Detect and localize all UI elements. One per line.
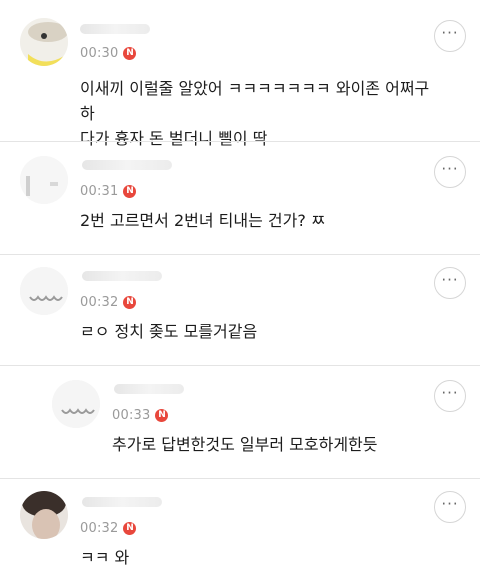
avatar-image xyxy=(20,491,68,539)
comment-meta: 00:30 N xyxy=(80,46,137,61)
more-options-button[interactable]: ··· xyxy=(434,491,466,523)
author-name-blurred xyxy=(80,24,150,34)
comment-meta: 00:31 N xyxy=(80,184,137,199)
comment-time: 00:33 xyxy=(112,408,151,423)
new-badge: N xyxy=(155,409,169,422)
author-name-blurred xyxy=(82,497,162,507)
comment-meta: 00:32 N xyxy=(80,521,137,536)
comment-time: 00:31 xyxy=(80,184,119,199)
more-options-button[interactable]: ··· xyxy=(434,20,466,52)
avatar-image xyxy=(20,267,68,315)
comment-item: 00:32 N ㅋㅋ 와 ··· xyxy=(0,479,480,577)
avatar-image xyxy=(20,156,68,204)
avatar[interactable] xyxy=(52,380,100,428)
comment-text: ㅋㅋ 와 xyxy=(80,548,130,567)
new-badge: N xyxy=(123,522,137,535)
more-horizontal-icon: ··· xyxy=(441,383,459,402)
more-horizontal-icon: ··· xyxy=(441,23,459,42)
comment-item: 00:31 N 2번 고르면서 2번녀 티내는 건가? ㅉ ··· xyxy=(0,142,480,254)
avatar[interactable] xyxy=(20,156,68,204)
new-badge: N xyxy=(123,296,137,309)
more-horizontal-icon: ··· xyxy=(441,494,459,513)
comment-item: 00:32 N ㄹㅇ 정치 좆도 모를거같음 ··· xyxy=(0,255,480,365)
author-name-blurred xyxy=(82,271,162,281)
avatar[interactable] xyxy=(20,267,68,315)
comment-text: ㄹㅇ 정치 좆도 모를거같음 xyxy=(80,322,258,341)
comment-meta: 00:32 N xyxy=(80,295,137,310)
comment-item: 00:30 N 이새끼 이럴줄 알았어 ㅋㅋㅋㅋㅋㅋㅋ 와이존 어쩌구하 다가 … xyxy=(0,0,480,148)
new-badge: N xyxy=(123,185,137,198)
comment-time: 00:32 xyxy=(80,521,119,536)
comment-meta: 00:33 N xyxy=(112,408,169,423)
more-options-button[interactable]: ··· xyxy=(434,380,466,412)
author-name-blurred xyxy=(82,160,172,170)
new-badge: N xyxy=(123,47,137,60)
more-horizontal-icon: ··· xyxy=(441,159,459,178)
comment-time: 00:30 xyxy=(80,46,119,61)
comment-time: 00:32 xyxy=(80,295,119,310)
avatar[interactable] xyxy=(20,18,68,66)
comment-text: 추가로 답변한것도 일부러 모호하게한듯 xyxy=(112,435,378,454)
avatar-image xyxy=(20,18,68,66)
more-horizontal-icon: ··· xyxy=(441,270,459,289)
comment-text: 2번 고르면서 2번녀 티내는 건가? ㅉ xyxy=(80,211,326,230)
more-options-button[interactable]: ··· xyxy=(434,267,466,299)
reply-item: 00:33 N 추가로 답변한것도 일부러 모호하게한듯 ··· xyxy=(0,366,480,478)
avatar[interactable] xyxy=(20,491,68,539)
comment-text: 이새끼 이럴줄 알았어 ㅋㅋㅋㅋㅋㅋㅋ 와이존 어쩌구하 다가 흉자 돈 벌더니… xyxy=(80,79,430,148)
more-options-button[interactable]: ··· xyxy=(434,156,466,188)
avatar-image xyxy=(52,380,100,428)
author-name-blurred xyxy=(114,384,184,394)
